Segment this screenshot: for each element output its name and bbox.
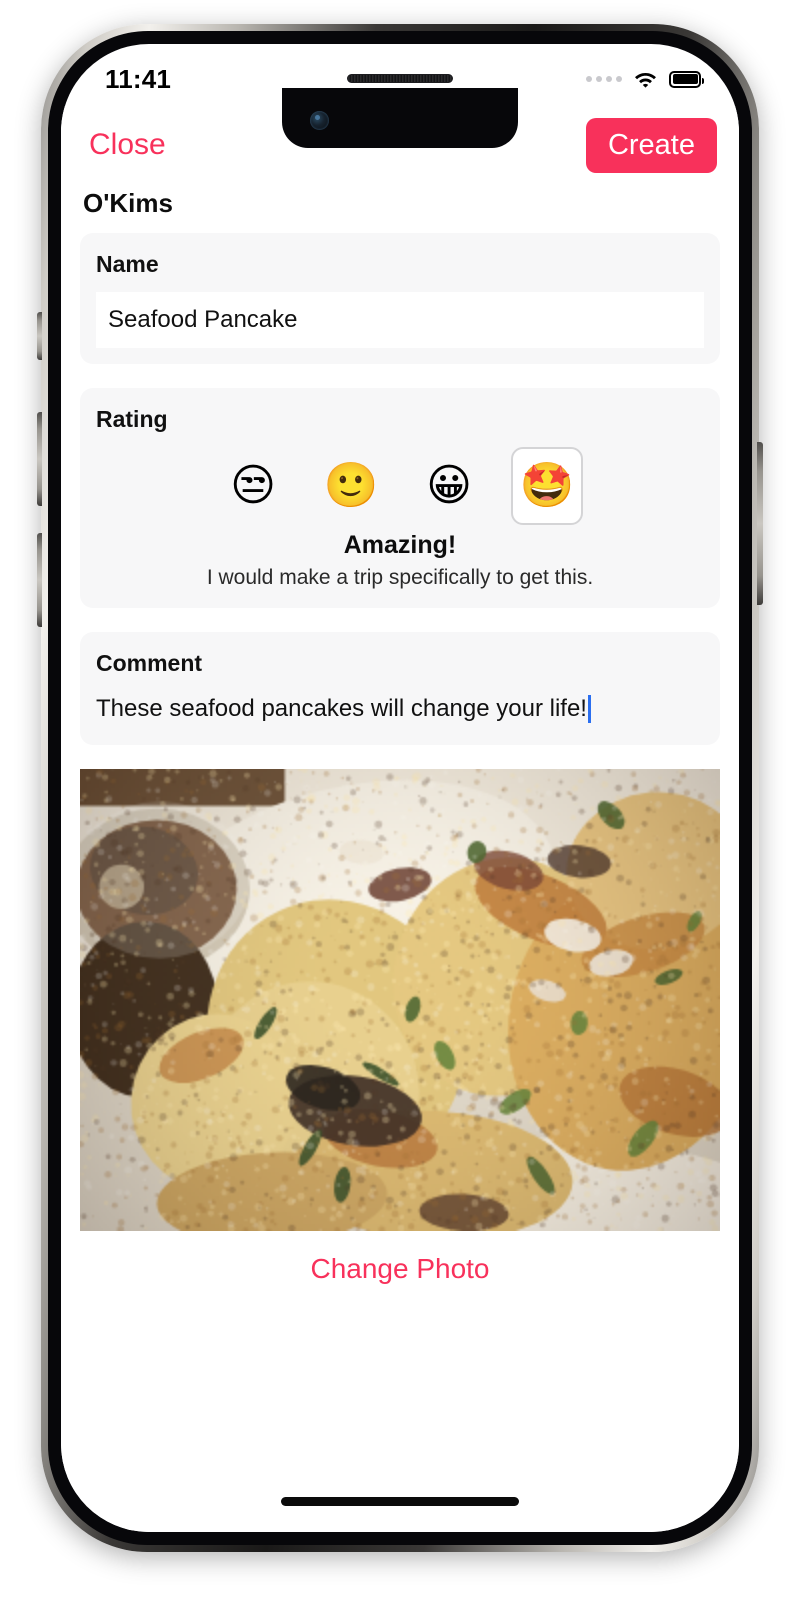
comment-input[interactable]: These seafood pancakes will change your … [96,691,704,723]
create-button[interactable]: Create [585,117,717,173]
comment-text: These seafood pancakes will change your … [96,695,587,722]
earpiece-speaker-icon [347,74,453,83]
change-photo-button[interactable]: Change Photo [80,1231,720,1295]
comment-card[interactable]: Comment These seafood pancakes will chan… [80,632,720,745]
app-content: Close Create O'Kims Name Rating 😒 🙂 😀 🤩 Ama… [61,106,739,1532]
star-struck-face-emoji[interactable]: 🤩 [511,447,583,525]
home-indicator[interactable] [281,1497,519,1506]
rating-label: Rating [96,406,168,432]
power-button[interactable] [757,442,763,605]
name-input[interactable] [96,292,704,348]
status-bar-time: 11:41 [105,63,172,94]
food-photo[interactable] [80,769,720,1231]
front-camera-icon [310,111,329,130]
rating-selected-title: Amazing! [343,531,457,559]
name-card: Name [80,233,720,364]
page-title: O'Kims [83,188,173,218]
slightly-smiling-face-emoji[interactable]: 🙂 [315,447,387,525]
wifi-icon [635,72,656,88]
name-field-label: Name [96,251,159,277]
volume-up-button[interactable] [37,412,42,506]
rating-emoji-row: 😒 🙂 😀 🤩 [96,447,704,525]
device-notch [282,74,518,148]
silent-switch-button[interactable] [37,312,42,360]
status-bar-indicators [586,70,704,89]
grinning-face-emoji[interactable]: 😀 [413,447,485,525]
volume-down-button[interactable] [37,533,42,627]
phone-mockup-stage: 11:41 Close Create O'Kims Name Seafood P… [0,0,800,1600]
text-cursor [587,695,591,723]
signal-dots-icon [586,76,622,82]
rating-selected-description: I would make a trip specifically to get … [206,566,594,589]
close-button[interactable]: Close [83,124,172,166]
unamused-face-emoji[interactable]: 😒 [217,447,289,525]
rating-card: Rating 😒 🙂 😀 🤩 Amazing! I would make a trip… [80,388,720,608]
phone-screen: 11:41 Close Create O'Kims Name Seafood P… [61,44,739,1532]
comment-label: Comment [96,650,203,676]
battery-full-icon [669,70,704,88]
